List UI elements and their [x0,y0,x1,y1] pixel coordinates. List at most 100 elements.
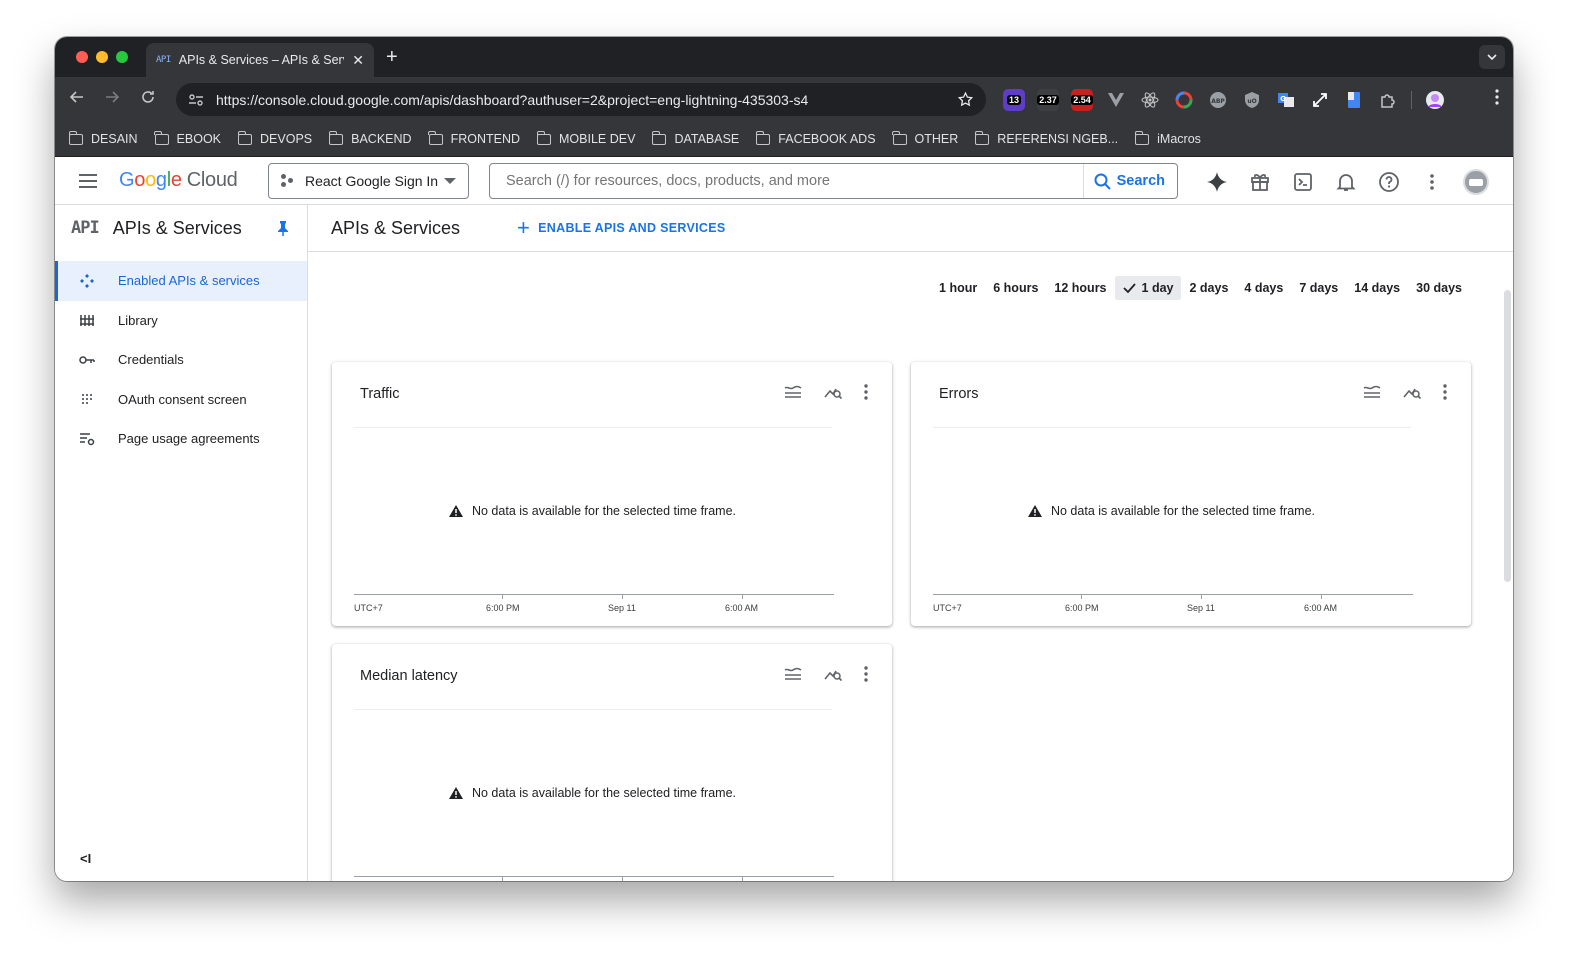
docs-icon[interactable] [1343,89,1365,111]
profile-avatar-icon[interactable] [1424,89,1446,111]
address-bar[interactable]: https://console.cloud.google.com/apis/da… [176,83,986,116]
toolbar-divider [1411,91,1412,109]
time-range-option[interactable]: 4 days [1236,276,1291,300]
no-data-message: No data is available for the selected ti… [332,786,892,800]
logo-cloud-text: Cloud [186,169,238,191]
colorzilla-icon[interactable] [1173,89,1195,111]
legend-toggle-icon[interactable] [1363,385,1381,399]
bookmark-folder[interactable]: EBOOK [154,130,221,146]
sidebar-item-enabled-apis[interactable]: Enabled APIs & services [55,261,307,301]
scrollbar-thumb[interactable] [1504,290,1511,582]
account-avatar[interactable] [1463,169,1489,195]
help-icon[interactable] [1377,170,1401,194]
time-range-option[interactable]: 6 hours [985,276,1046,300]
more-vert-icon[interactable] [1443,384,1447,400]
translate-icon[interactable]: G [1275,89,1297,111]
sidebar-item-credentials[interactable]: Credentials [55,340,307,380]
back-icon[interactable] [69,89,85,105]
bookmark-folder[interactable]: MOBILE DEV [536,130,635,146]
more-vert-icon[interactable] [864,666,868,682]
time-range-option[interactable]: 14 days [1346,276,1408,300]
time-range-option[interactable]: 7 days [1291,276,1346,300]
project-picker[interactable]: React Google Sign In [268,163,469,199]
adblock-icon[interactable]: ABP [1207,89,1229,111]
explore-chart-icon[interactable] [824,384,842,400]
bookmarks-bar: DESAIN EBOOK DEVOPS BACKEND FRONTEND MOB… [55,122,1513,157]
bookmark-folder[interactable]: BACKEND [328,130,412,146]
close-window-button[interactable] [76,51,88,63]
extensions-row: 13 2.37 2.54 ABP uO G [1003,89,1446,111]
hamburger-menu-icon[interactable] [79,174,97,188]
search-input[interactable] [490,164,1083,198]
time-range-option[interactable]: 1 hour [931,276,985,300]
notifications-bell-icon[interactable] [1334,170,1358,194]
extension-2-icon[interactable]: 2.37 [1037,89,1059,111]
collapse-sidebar-button[interactable]: <I [80,851,91,866]
sidebar: API APIs & Services Enabled APIs & servi… [55,205,308,881]
sidebar-item-page-usage[interactable]: Page usage agreements [55,419,307,459]
gemini-sparkle-icon[interactable] [1205,170,1229,194]
bookmark-folder[interactable]: DATABASE [651,130,739,146]
bookmark-star-icon[interactable] [957,91,974,108]
reload-icon[interactable] [140,89,156,105]
folder-icon [428,130,443,145]
time-range-option[interactable]: 2 days [1181,276,1236,300]
bookmark-folder[interactable]: iMacros [1134,130,1201,146]
dots-grid-icon [79,391,95,407]
tab-close-icon[interactable]: ✕ [352,52,364,69]
time-range-option-selected[interactable]: 1 day [1114,276,1182,300]
svg-text:uO: uO [1247,98,1256,105]
folder-icon [755,130,771,145]
tab-search-button[interactable] [1479,45,1505,69]
bookmark-folder[interactable]: OTHER [892,130,958,146]
browser-tab[interactable]: API APIs & Services – APIs & Services ✕ [146,43,374,77]
ublock-icon[interactable]: uO [1241,89,1263,111]
sidebar-item-library[interactable]: Library [55,301,307,341]
more-vert-icon[interactable] [864,384,868,400]
bookmark-folder[interactable]: DESAIN [68,130,138,146]
time-range-option[interactable]: 30 days [1408,276,1470,300]
bookmark-folder[interactable]: REFERENSI NGEB... [974,130,1118,146]
react-devtools-icon[interactable] [1139,89,1161,111]
site-settings-icon[interactable] [188,93,204,107]
google-cloud-logo[interactable]: Google Cloud [119,169,238,192]
main-content: APIs & Services + ENABLE APIS AND SERVIC… [308,205,1513,881]
api-hub-icon [79,273,95,289]
more-vert-icon[interactable] [1420,170,1444,194]
time-range-option[interactable]: 12 hours [1046,276,1114,300]
pin-icon[interactable] [277,220,289,236]
card-divider [354,709,832,710]
bookmark-folder[interactable]: DEVOPS [237,130,312,146]
bookmark-folder[interactable]: FRONTEND [428,130,520,146]
sidebar-nav: Enabled APIs & services Library Credenti… [55,261,307,459]
axis-tick [502,594,503,599]
bookmark-folder[interactable]: FACEBOOK ADS [755,130,876,146]
minimize-window-button[interactable] [96,51,108,63]
extension-1-icon[interactable]: 13 [1003,89,1025,111]
folder-icon [892,130,907,145]
explore-chart-icon[interactable] [1403,384,1421,400]
extension-3-icon[interactable]: 2.54 [1071,89,1093,111]
vue-devtools-icon[interactable] [1105,89,1127,111]
gift-icon[interactable] [1248,170,1272,194]
axis-label: 6:00 PM [1065,603,1099,613]
explore-chart-icon[interactable] [824,666,842,682]
legend-toggle-icon[interactable] [784,667,802,681]
browser-menu-icon[interactable] [1495,89,1499,105]
search-button[interactable]: Search [1082,164,1177,198]
enable-apis-button[interactable]: + ENABLE APIS AND SERVICES [517,217,725,239]
x-axis [354,594,834,595]
project-name: React Google Sign In [305,173,439,189]
new-tab-button[interactable]: + [386,46,398,69]
legend-toggle-icon[interactable] [784,385,802,399]
folder-icon [237,130,253,145]
cloud-shell-icon[interactable] [1291,170,1315,194]
page-title: APIs & Services [331,217,461,238]
folder-icon [536,130,552,145]
maximize-window-button[interactable] [116,51,128,63]
forward-icon[interactable] [104,89,120,105]
expand-icon[interactable] [1309,89,1331,111]
sidebar-item-oauth-consent[interactable]: OAuth consent screen [55,380,307,420]
svg-text:ABP: ABP [1211,98,1225,105]
extensions-puzzle-icon[interactable] [1377,89,1399,111]
